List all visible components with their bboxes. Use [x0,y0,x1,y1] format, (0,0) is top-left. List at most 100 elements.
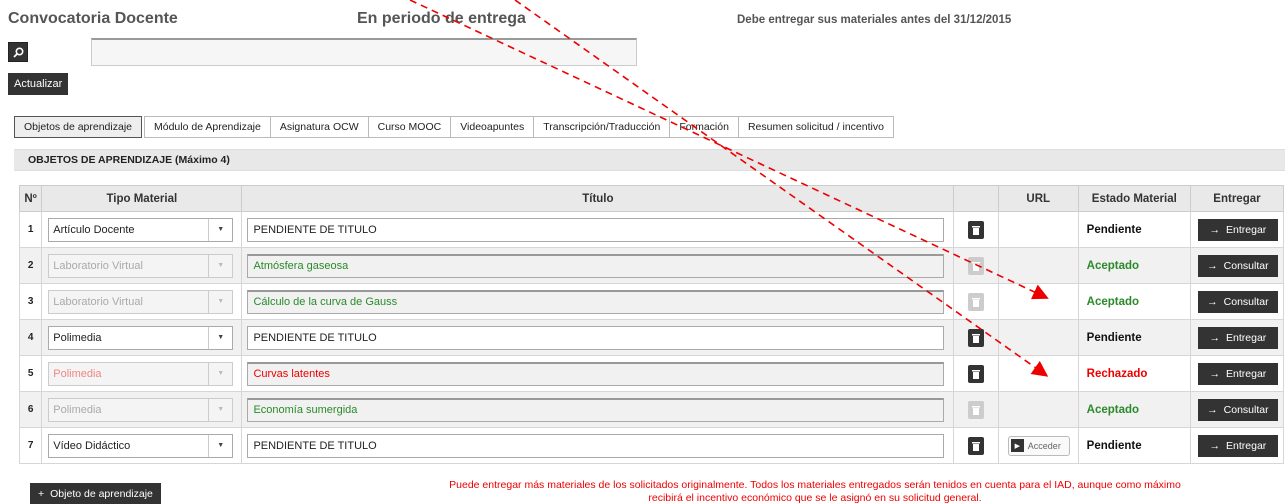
estado-value: Pendiente [1077,427,1191,464]
action-label: Entregar [1226,331,1267,344]
update-button[interactable]: Actualizar [8,73,69,95]
arrow-right-icon: → [1207,295,1218,308]
tipo-value: Laboratorio Virtual [53,295,143,308]
trash-icon [968,256,985,275]
action-label: Entregar [1226,439,1267,452]
col-delete [953,185,999,212]
table-row: 7 Vídeo Didáctico ▼ PENDIENTE DE TITULO ▶… [18,427,1285,464]
url-cell [997,283,1079,320]
url-cell [997,211,1079,248]
col-tipo: Tipo Material [41,185,243,212]
search-button[interactable] [8,42,28,62]
titulo-input[interactable]: PENDIENTE DE TITULO [247,325,945,350]
tab-objetos-aprendizaje[interactable]: Objetos de aprendizaje [14,116,142,138]
table-row: 2 Laboratorio Virtual ▼ Atmósfera gaseosa… [18,247,1285,284]
action-label: Consultar [1223,403,1269,416]
tab-asignatura-ocw[interactable]: Asignatura OCW [270,116,369,138]
row-number: 5 [18,355,43,392]
entregar-button[interactable]: → Entregar [1197,362,1278,385]
trash-icon[interactable] [968,328,985,347]
tipo-select: Laboratorio Virtual ▼ [48,289,234,314]
col-url: URL [997,185,1079,212]
estado-value: Pendiente [1077,211,1191,248]
chevron-down-icon: ▼ [208,218,232,241]
titulo-input[interactable]: Curvas latentes [247,361,945,386]
tipo-select[interactable]: Artículo Docente ▼ [48,217,234,242]
acceder-label: Acceder [1027,440,1061,451]
tipo-select[interactable]: Vídeo Didáctico ▼ [48,433,234,458]
row-number: 4 [18,319,43,356]
tab-modulo-aprendizaje[interactable]: Módulo de Aprendizaje [144,116,271,138]
estado-value: Aceptado [1077,247,1191,284]
tipo-select: Polimedia ▼ [48,397,234,422]
search-input[interactable] [91,38,637,66]
add-label: Objeto de aprendizaje [50,488,153,500]
tab-resumen[interactable]: Resumen solicitud / incentivo [738,116,894,138]
row-number: 7 [18,427,43,464]
trash-icon[interactable] [968,436,985,455]
url-cell [997,391,1079,428]
arrow-right-icon: → [1209,367,1221,380]
tipo-value: Polimedia [53,367,102,380]
chevron-down-icon: ▼ [208,290,232,313]
estado-value: Rechazado [1077,355,1191,392]
titulo-input[interactable]: PENDIENTE DE TITULO [247,433,945,458]
titulo-input[interactable]: PENDIENTE DE TITULO [247,217,945,242]
entregar-button[interactable]: → Entregar [1197,326,1278,349]
row-number: 6 [18,391,43,428]
arrow-right-icon: → [1209,223,1221,236]
page-title: Convocatoria Docente [8,10,178,27]
trash-icon[interactable] [968,220,985,239]
chevron-down-icon: ▼ [208,398,232,421]
footer-note: Puede entregar más materiales de los sol… [395,479,1235,504]
footer-note-line2: recibirá el incentivo económico que se l… [648,492,982,504]
materials-table: Nº Tipo Material Título URL Estado Mater… [18,185,1285,464]
estado-value: Aceptado [1077,283,1191,320]
acceder-button[interactable]: ▶ Acceder [1007,435,1070,456]
plus-icon: + [38,488,45,500]
tipo-value: Polimedia [53,403,102,416]
entregar-button[interactable]: → Entregar [1197,434,1278,457]
url-cell [997,319,1079,356]
action-label: Entregar [1226,223,1267,236]
chevron-down-icon: ▼ [208,254,232,277]
section-header: OBJETOS DE APRENDIZAJE (Máximo 4) [14,149,1285,171]
row-number: 3 [18,283,43,320]
tab-curso-mooc[interactable]: Curso MOOC [368,116,452,138]
action-label: Consultar [1223,259,1269,272]
trash-icon [968,292,985,311]
col-titulo: Título [241,185,955,212]
tipo-select[interactable]: Polimedia ▼ [48,325,234,350]
titulo-input: Cálculo de la curva de Gauss [247,289,945,314]
footer-note-line1: Puede entregar más materiales de los sol… [449,479,1181,491]
row-number: 1 [18,211,43,248]
tab-transcripcion[interactable]: Transcripción/Traducción [534,116,671,138]
table-row: 3 Laboratorio Virtual ▼ Cálculo de la cur… [18,283,1285,320]
chevron-down-icon: ▼ [208,326,232,349]
tipo-value: Vídeo Didáctico [53,439,131,452]
consultar-button[interactable]: → Consultar [1197,398,1278,421]
arrow-right-icon: → [1207,403,1218,416]
tab-videoapuntes[interactable]: Videoapuntes [451,116,535,138]
estado-value: Aceptado [1077,391,1191,428]
trash-icon[interactable] [968,364,985,383]
trash-icon [968,400,985,419]
add-learning-object-button[interactable]: + Objeto de aprendizaje [30,483,161,504]
table-row: 1 Artículo Docente ▼ PENDIENTE DE TITULO … [18,211,1285,248]
url-cell: ▶ Acceder [997,427,1079,464]
col-num: Nº [18,185,43,212]
chevron-down-icon: ▼ [208,362,232,385]
tab-bar: Objetos de aprendizaje Módulo de Aprendi… [14,116,894,138]
titulo-input: Atmósfera gaseosa [247,253,945,278]
table-row: 5 Polimedia ▼ Curvas latentes Rechazado →… [18,355,1285,392]
col-estado: Estado Material [1077,185,1191,212]
estado-value: Pendiente [1077,319,1191,356]
entregar-button[interactable]: → Entregar [1197,218,1278,241]
tab-formacion[interactable]: Formación [670,116,739,138]
period-status: En periodo de entrega [357,10,526,27]
url-cell [997,247,1079,284]
consultar-button[interactable]: → Consultar [1197,254,1278,277]
tipo-value: Artículo Docente [53,223,135,236]
consultar-button[interactable]: → Consultar [1197,290,1278,313]
deadline-note: Debe entregar sus materiales antes del 3… [737,14,1012,26]
